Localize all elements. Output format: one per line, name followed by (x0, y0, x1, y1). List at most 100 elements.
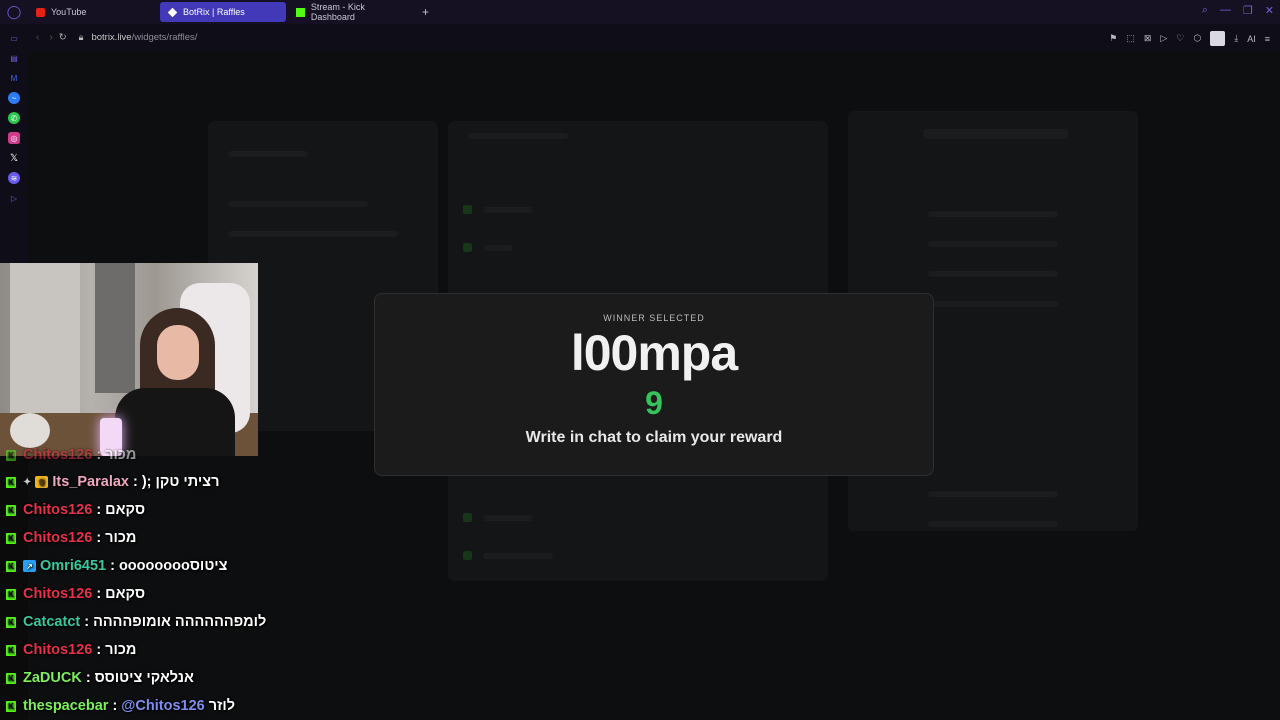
chat-message: רציתי טקן ;( (141, 474, 220, 490)
url-host: botrix.live (91, 32, 132, 43)
profile-avatar[interactable] (1210, 31, 1226, 46)
chat-separator: : (96, 502, 102, 518)
ghost-check (463, 243, 472, 252)
webcam-overlay (0, 263, 258, 456)
ai-button[interactable]: AI (1247, 34, 1256, 44)
kick-badge-icon (6, 616, 16, 628)
ghost-line (923, 129, 1068, 139)
send-icon[interactable]: ▷ (8, 192, 20, 204)
restore-icon[interactable]: ❐ (1243, 4, 1253, 17)
reload-icon[interactable]: ↻ (59, 32, 67, 43)
minimize-icon[interactable]: — (1220, 4, 1231, 17)
chat-mention: @Chitos126 (121, 698, 205, 714)
ghost-line (483, 245, 513, 251)
menu-icon[interactable]: ≡ (1265, 34, 1270, 44)
lock-icon: 🔒︎ (78, 32, 84, 42)
chat-message: מכור (105, 530, 137, 546)
play-icon[interactable]: ▷ (1160, 33, 1167, 44)
ghost-check (463, 513, 472, 522)
ghost-line (483, 553, 553, 559)
chat-separator: : (112, 698, 118, 714)
bookmark-icon[interactable]: ⚑ (1109, 33, 1117, 44)
chat-row: Chitos126 : מכור (6, 527, 136, 549)
chat-row: Chitos126 : מכור (6, 444, 136, 466)
winner-name: l00mpa (570, 325, 738, 381)
toolbar-icons: ⚑ ⬚ ⊠ ▷ ♡ ⬡ ⤓ AI ≡ (1109, 31, 1270, 46)
chat-message: לוזר (208, 698, 236, 714)
tab-kick-dashboard[interactable]: Stream - Kick Dashboard (288, 2, 418, 22)
download-icon[interactable]: ⤓ (1234, 33, 1238, 44)
ghost-line (468, 133, 568, 139)
x-twitter-icon[interactable]: 𝕏 (8, 152, 20, 164)
chat-message: מכור (105, 447, 137, 463)
forward-icon[interactable]: › (49, 32, 52, 43)
ghost-line (928, 491, 1058, 497)
chat-overlay: Chitos126 : מכור ✦ ♛ Its_Paralax : רציתי… (0, 440, 360, 720)
kick-badge-icon (6, 560, 16, 572)
search-tabs-icon[interactable]: ⌕ (1202, 4, 1208, 17)
chat-username: ZaDUCK (23, 670, 82, 686)
browser-sidebar: ▭ ▤ M ~ ✆ ◎ 𝕏 ≋ ▷ (0, 24, 28, 272)
address-bar: ‹ › ↻ 🔒︎ botrix.live/widgets/raffles/ ⚑ … (28, 24, 1280, 51)
kick-badge-icon (6, 532, 16, 544)
claim-countdown: 9 (645, 385, 663, 421)
chat-row: ZaDUCK : אנלאקי ציטוסס (6, 667, 194, 689)
extensions-icon[interactable]: ⬡ (1193, 33, 1201, 44)
chat-message: לומפהההההה אומופהההה (93, 614, 267, 630)
instagram-icon[interactable]: ◎ (8, 132, 20, 144)
chat-row: thespacebar : @Chitos126 לוזר (6, 695, 235, 717)
chat-row: Catcatct : לומפהההההה אומופהההה (6, 611, 266, 633)
chat-message: מכור (105, 642, 137, 658)
back-icon[interactable]: ‹ (36, 32, 39, 43)
kick-badge-icon (6, 700, 16, 712)
messenger-icon[interactable]: ~ (8, 92, 20, 104)
chat-row: Chitos126 : סקאם (6, 583, 145, 605)
close-icon[interactable]: ✕ (1265, 4, 1274, 17)
webcam-door (10, 263, 80, 413)
youtube-icon (36, 7, 45, 17)
chat-username: Chitos126 (23, 642, 93, 658)
chat-username: Chitos126 (23, 530, 93, 546)
chat-message: אנלאקי ציטוסס (94, 670, 194, 686)
ghost-check (463, 205, 472, 214)
url-field[interactable]: botrix.live/widgets/raffles/ (91, 32, 197, 43)
ghost-line (928, 521, 1058, 527)
chat-username: Chitos126 (23, 447, 93, 463)
chat-username: Chitos126 (23, 502, 93, 518)
chat-message: סקאם (105, 502, 146, 518)
mail-icon[interactable]: M (8, 72, 20, 84)
chat-separator: : (110, 558, 115, 574)
browser-tab-bar: ◯ YouTube BotRix | Raffles Stream - Kick… (0, 0, 1280, 24)
winner-modal: WINNER SELECTED l00mpa 9 Write in chat t… (374, 293, 934, 476)
chat-row: Chitos126 : מכור (6, 639, 136, 661)
chat-separator: : (84, 614, 90, 630)
opera-menu-icon[interactable]: ◯ (0, 0, 28, 24)
chat-username: Catcatct (23, 614, 81, 630)
news-icon[interactable]: ▤ (8, 52, 20, 64)
whatsapp-icon[interactable]: ✆ (8, 112, 20, 124)
crown-badge-icon: ♛ (35, 476, 49, 488)
chat-username: Its_Paralax (52, 474, 129, 490)
tab-youtube[interactable]: YouTube (28, 2, 158, 22)
heart-icon[interactable]: ♡ (1176, 33, 1184, 44)
gamepad-icon[interactable]: ▭ (8, 32, 20, 44)
url-path: /widgets/raffles/ (131, 32, 198, 43)
webcam-mirror (95, 263, 135, 393)
claim-instruction: Write in chat to claim your reward (525, 429, 783, 446)
tab-label: BotRix | Raffles (183, 7, 245, 17)
chat-separator: : (96, 642, 102, 658)
ghost-line (928, 211, 1058, 217)
chat-separator: : (132, 474, 138, 490)
adblock-icon[interactable]: ⊠ (1144, 33, 1152, 44)
tab-botrix-raffles[interactable]: BotRix | Raffles (160, 2, 286, 22)
chat-row: Chitos126 : סקאם (6, 499, 145, 521)
kick-badge-icon (6, 588, 16, 600)
new-tab-button[interactable]: + (422, 5, 429, 19)
ghost-line (228, 151, 308, 157)
ghost-line (483, 207, 533, 213)
spotify-icon[interactable]: ≋ (8, 172, 20, 184)
snapshot-icon[interactable]: ⬚ (1126, 33, 1135, 44)
chat-username: Omri6451 (40, 558, 107, 574)
ghost-line (928, 301, 1058, 307)
kick-badge-icon (6, 504, 16, 516)
